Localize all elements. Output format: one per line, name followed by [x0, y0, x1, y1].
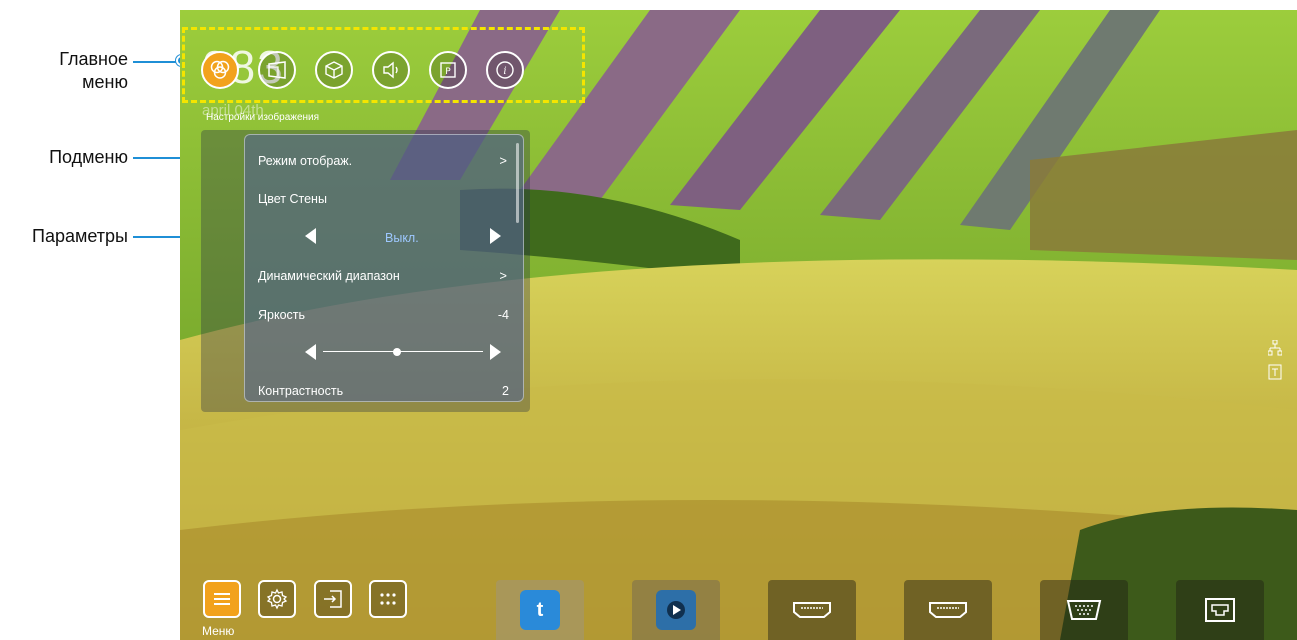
app-tile-optoma[interactable]: t	[496, 580, 584, 640]
svg-text:P: P	[445, 67, 451, 77]
brightness-slider-track[interactable]	[323, 351, 483, 352]
optoma-app-icon: t	[520, 590, 560, 630]
menu-lines-icon	[214, 593, 230, 605]
input-source-icon	[324, 590, 342, 608]
wall-color-value: Выкл.	[385, 231, 419, 245]
brightness-label: Яркость	[258, 308, 306, 322]
apps-button[interactable]	[369, 580, 407, 618]
gear-icon	[266, 588, 288, 610]
submenu-panel: Режим отображ. > Цвет Стены Выкл. Динами…	[244, 134, 524, 402]
brightness-slider-knob[interactable]	[392, 348, 401, 356]
input-source-button[interactable]	[314, 580, 352, 618]
projector-screen: 083 april 04th P i Настройки изображения…	[180, 10, 1297, 640]
app-tile-media-player[interactable]	[632, 580, 720, 640]
apps-grid-icon	[380, 593, 396, 605]
hdmi2-icon	[929, 602, 967, 618]
source-tile-hdmi2[interactable]	[904, 580, 992, 640]
annotation-main-menu: Главное меню	[59, 48, 128, 94]
display-mode-label: Режим отображ.	[258, 154, 353, 168]
brightness-value: -4	[497, 308, 509, 322]
chevron-right-icon: >	[499, 268, 507, 283]
menu-item-display-mode[interactable]: Режим отображ. >	[258, 153, 509, 168]
brightness-left-arrow-icon[interactable]	[305, 344, 316, 360]
lan-icon	[1205, 598, 1235, 622]
info-icon[interactable]: i	[486, 51, 524, 89]
speaker-icon[interactable]	[372, 51, 410, 89]
contrast-label: Контрастность	[258, 384, 344, 398]
color-circles-icon[interactable]	[201, 51, 239, 89]
chevron-right-icon: >	[499, 153, 507, 168]
source-tile-vga[interactable]	[1040, 580, 1128, 640]
network-icon	[1267, 339, 1283, 359]
annotation-submenu: Подменю	[49, 147, 128, 167]
source-tile-hdmi1[interactable]	[768, 580, 856, 640]
annotation-parameters: Параметры	[32, 226, 128, 246]
osd-title: Настройки изображения	[206, 112, 320, 123]
media-player-app-icon	[656, 590, 696, 630]
3d-cube-icon[interactable]	[315, 51, 353, 89]
menu-item-wall-color[interactable]: Цвет Стены	[258, 192, 509, 206]
hdmi1-icon	[793, 602, 831, 618]
annotation-main-menu-line2: меню	[82, 72, 128, 92]
menu-item-dynamic-range[interactable]: Динамический диапазон >	[258, 268, 509, 283]
screen-geometry-icon[interactable]	[258, 51, 296, 89]
wall-color-left-arrow-icon[interactable]	[305, 228, 316, 244]
source-tile-lan[interactable]	[1176, 580, 1264, 640]
menu-item-brightness[interactable]: Яркость -4	[258, 308, 509, 322]
menu-button[interactable]	[203, 580, 241, 618]
contrast-value: 2	[502, 384, 509, 398]
usb-icon	[1268, 364, 1282, 383]
vga-icon	[1066, 600, 1102, 620]
wall-color-right-arrow-icon[interactable]	[490, 228, 501, 244]
menu-button-label: Меню	[202, 624, 235, 638]
brightness-right-arrow-icon[interactable]	[490, 344, 501, 360]
wall-color-label: Цвет Стены	[258, 192, 327, 206]
settings-button[interactable]	[258, 580, 296, 618]
menu-item-contrast[interactable]: Контрастность 2	[258, 384, 509, 398]
dynamic-range-label: Динамический диапазон	[258, 269, 400, 283]
settings-p-icon[interactable]: P	[429, 51, 467, 89]
svg-text:i: i	[503, 66, 506, 77]
submenu-scrollbar[interactable]	[516, 143, 519, 223]
annotation-main-menu-line1: Главное	[59, 49, 128, 69]
